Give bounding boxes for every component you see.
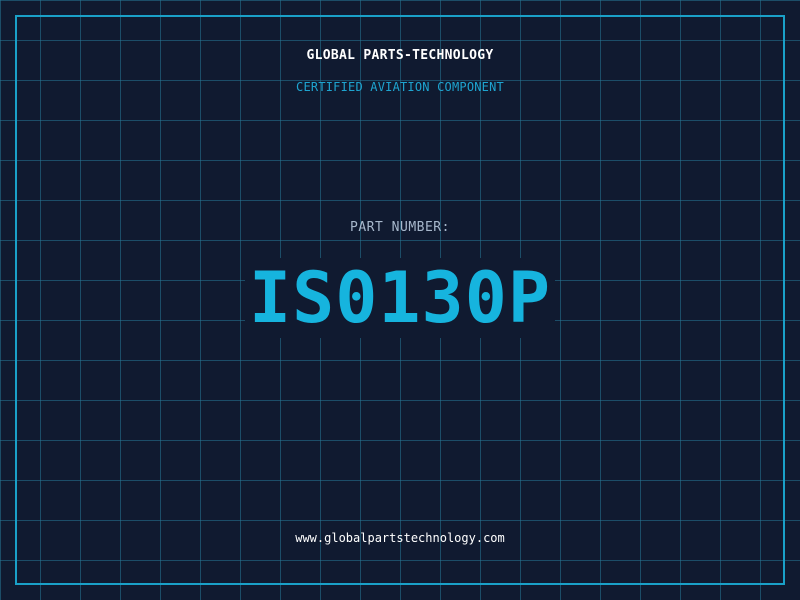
- website-link[interactable]: www.globalpartstechnology.com: [0, 531, 800, 545]
- part-number-container: IS0130P: [0, 258, 800, 338]
- tagline: CERTIFIED AVIATION COMPONENT: [296, 80, 504, 94]
- part-number-label: PART NUMBER:: [350, 220, 450, 235]
- certificate-screen: GLOBAL PARTS-TECHNOLOGY CERTIFIED AVIATI…: [0, 0, 800, 600]
- part-number-value: IS0130P: [244, 258, 555, 338]
- company-name: GLOBAL PARTS-TECHNOLOGY: [306, 48, 494, 63]
